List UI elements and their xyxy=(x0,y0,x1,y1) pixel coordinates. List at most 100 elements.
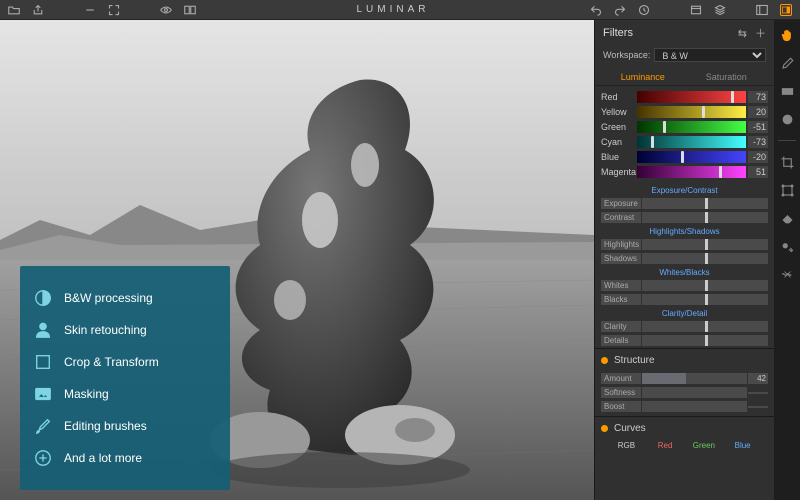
folder-icon[interactable] xyxy=(8,4,20,16)
gradient-tool[interactable] xyxy=(778,82,796,100)
filters-title: Filters xyxy=(603,27,633,39)
curves-tab-green[interactable]: Green xyxy=(685,439,724,452)
color-slider-red[interactable]: Red73 xyxy=(601,90,768,104)
slider-label: Yellow xyxy=(601,107,637,117)
brush-tool[interactable] xyxy=(778,54,796,72)
slider-track[interactable] xyxy=(642,335,768,346)
section-curves: Curves RGB Red Green Blue xyxy=(595,416,774,454)
feature-masking: Masking xyxy=(34,378,216,410)
slider-softness[interactable]: Softness xyxy=(601,386,768,399)
slider-label: Details xyxy=(601,335,641,346)
undo-icon[interactable] xyxy=(590,4,602,16)
curves-title: Curves xyxy=(614,423,646,434)
denoise-tool[interactable] xyxy=(778,265,796,283)
color-slider-magenta[interactable]: Magenta51 xyxy=(601,165,768,179)
filters-panel: Filters ⇆ ＋ Workspace: B & W Luminance S… xyxy=(594,20,774,500)
history-icon[interactable] xyxy=(638,4,650,16)
slider-track[interactable] xyxy=(637,166,746,178)
slider-track[interactable] xyxy=(642,321,768,332)
workspace-select[interactable]: B & W xyxy=(654,48,766,62)
app-title: LUMINAR xyxy=(356,4,429,15)
slider-track[interactable] xyxy=(642,401,747,412)
workspace-label: Workspace: xyxy=(603,50,650,60)
color-slider-cyan[interactable]: Cyan-73 xyxy=(601,135,768,149)
minus-icon[interactable] xyxy=(84,4,96,16)
presets-icon[interactable] xyxy=(690,4,702,16)
slider-track[interactable] xyxy=(642,373,747,384)
slider-contrast[interactable]: Contrast xyxy=(601,211,768,224)
slider-label: Cyan xyxy=(601,137,637,147)
main-area: B&W processing Skin retouching Crop & Tr… xyxy=(0,20,800,500)
slider-label: Boost xyxy=(601,401,641,412)
image-canvas[interactable]: B&W processing Skin retouching Crop & Tr… xyxy=(0,20,594,500)
enabled-dot-icon[interactable] xyxy=(601,425,608,432)
slider-track[interactable] xyxy=(637,91,746,103)
slider-clarity[interactable]: Clarity xyxy=(601,320,768,333)
slider-track[interactable] xyxy=(642,212,768,223)
feature-label: B&W processing xyxy=(64,291,153,305)
slider-blacks[interactable]: Blacks xyxy=(601,293,768,306)
filter-settings-icon[interactable]: ⇆ xyxy=(738,27,747,40)
feature-crop-transform: Crop & Transform xyxy=(34,346,216,378)
feature-label: Skin retouching xyxy=(64,323,147,337)
group-label: Whites/Blacks xyxy=(595,266,774,279)
layers-icon[interactable] xyxy=(714,4,726,16)
redo-icon[interactable] xyxy=(614,4,626,16)
slider-track[interactable] xyxy=(642,387,747,398)
slider-shadows[interactable]: Shadows xyxy=(601,252,768,265)
radial-tool[interactable] xyxy=(778,110,796,128)
feature-label: Crop & Transform xyxy=(64,355,159,369)
slider-track[interactable] xyxy=(637,121,746,133)
eye-icon[interactable] xyxy=(160,4,172,16)
curves-tab-blue[interactable]: Blue xyxy=(723,439,762,452)
slider-label: Green xyxy=(601,122,637,132)
add-filter-icon[interactable]: ＋ xyxy=(755,25,766,41)
curves-tab-rgb[interactable]: RGB xyxy=(607,439,646,452)
group-label: Exposure/Contrast xyxy=(595,184,774,197)
slider-track[interactable] xyxy=(642,239,768,250)
mask-icon xyxy=(34,385,52,403)
crop-tool[interactable] xyxy=(778,153,796,171)
slider-label: Whites xyxy=(601,280,641,291)
slider-value: -20 xyxy=(748,151,768,163)
slider-track[interactable] xyxy=(637,151,746,163)
tab-luminance[interactable]: Luminance xyxy=(601,69,685,85)
slider-highlights[interactable]: Highlights xyxy=(601,238,768,251)
color-slider-yellow[interactable]: Yellow20 xyxy=(601,105,768,119)
panel-left-icon[interactable] xyxy=(756,4,768,16)
feature-overlay: B&W processing Skin retouching Crop & Tr… xyxy=(20,266,230,490)
feature-label: Editing brushes xyxy=(64,419,147,433)
fit-icon[interactable] xyxy=(108,4,120,16)
compare-icon[interactable] xyxy=(184,4,196,16)
hand-tool[interactable] xyxy=(778,26,796,44)
slider-details[interactable]: Details xyxy=(601,334,768,347)
transform-tool[interactable] xyxy=(778,181,796,199)
export-icon[interactable] xyxy=(32,4,44,16)
slider-track[interactable] xyxy=(642,280,768,291)
section-structure: Structure Amount42Softness Boost xyxy=(595,348,774,416)
feature-bw-processing: B&W processing xyxy=(34,282,216,314)
slider-amount[interactable]: Amount42 xyxy=(601,372,768,385)
plus-circle-icon xyxy=(34,449,52,467)
slider-whites[interactable]: Whites xyxy=(601,279,768,292)
clone-tool[interactable] xyxy=(778,237,796,255)
structure-title: Structure xyxy=(614,355,655,366)
slider-track[interactable] xyxy=(637,106,746,118)
slider-value: 42 xyxy=(748,373,768,384)
slider-label: Blacks xyxy=(601,294,641,305)
color-slider-blue[interactable]: Blue-20 xyxy=(601,150,768,164)
panel-right-icon[interactable] xyxy=(780,4,792,16)
slider-track[interactable] xyxy=(637,136,746,148)
tab-saturation[interactable]: Saturation xyxy=(685,69,769,85)
slider-track[interactable] xyxy=(642,253,768,264)
curves-tab-red[interactable]: Red xyxy=(646,439,685,452)
erase-tool[interactable] xyxy=(778,209,796,227)
feature-editing-brushes: Editing brushes xyxy=(34,410,216,442)
slider-track[interactable] xyxy=(642,198,768,209)
slider-exposure[interactable]: Exposure xyxy=(601,197,768,210)
slider-boost[interactable]: Boost xyxy=(601,400,768,413)
feature-more: And a lot more xyxy=(34,442,216,474)
slider-track[interactable] xyxy=(642,294,768,305)
color-slider-green[interactable]: Green-51 xyxy=(601,120,768,134)
enabled-dot-icon[interactable] xyxy=(601,357,608,364)
